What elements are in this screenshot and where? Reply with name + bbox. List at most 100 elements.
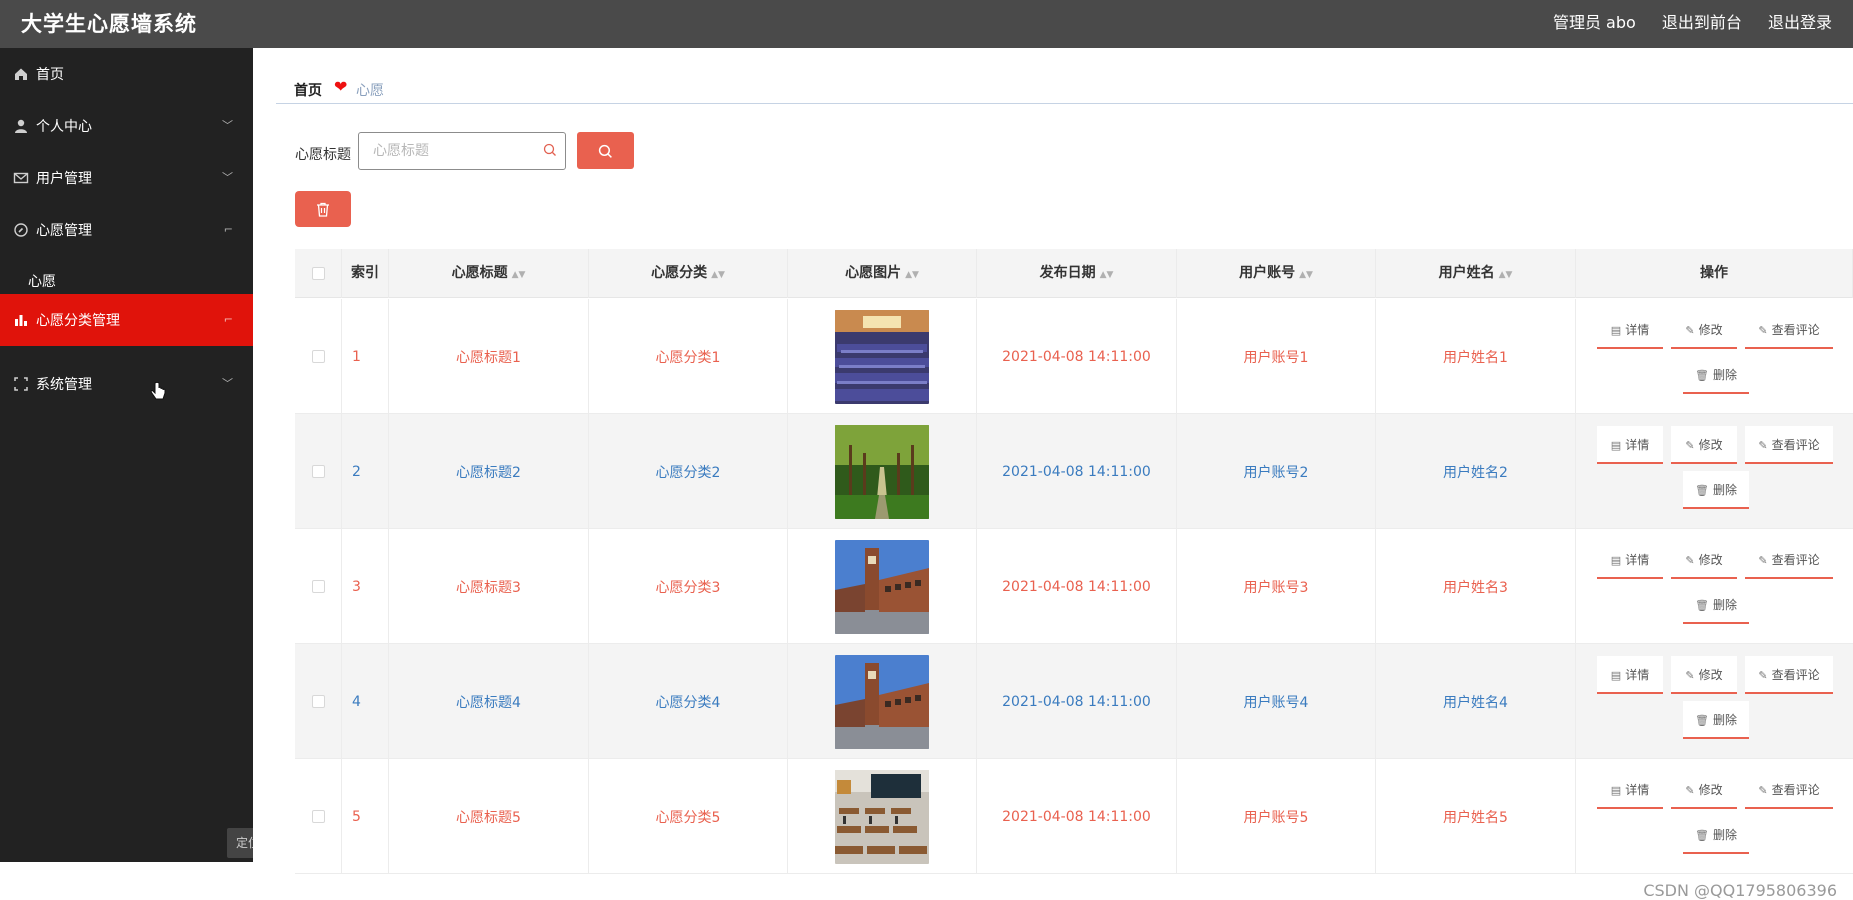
sidebar-item-label: 系统管理 [36, 377, 92, 393]
column-header[interactable]: 用户姓名 ▲▼ [1376, 249, 1576, 298]
detail-button[interactable]: ▤ 详情 [1597, 656, 1663, 694]
sidebar-item-profile[interactable]: 个人中心 ﹀ [0, 100, 253, 152]
delete-label: 删除 [1712, 368, 1737, 382]
document-icon: ▤ [1610, 554, 1622, 567]
detail-label: 详情 [1625, 323, 1650, 337]
row-image[interactable] [788, 644, 977, 759]
column-header[interactable]: 心愿标题 ▲▼ [389, 249, 589, 298]
column-header-label: 用户账号 [1239, 265, 1296, 281]
table-row: 5 心愿标题5 心愿分类5 2021-04-08 14:11:00 用户账号5 用户姓名5… [295, 759, 1853, 874]
sidebar-subitem-wish[interactable]: 心愿 [28, 271, 56, 291]
sort-icon: ▲▼ [1498, 270, 1513, 280]
row-account: 用户账号5 [1177, 759, 1376, 874]
delete-button[interactable]: 🗑 删除 [1683, 701, 1749, 739]
row-image[interactable] [788, 529, 977, 644]
row-checkbox[interactable] [311, 580, 325, 593]
edit-label: 修改 [1698, 553, 1723, 567]
home-icon [15, 68, 27, 80]
mail-icon [13, 172, 29, 184]
detail-button[interactable]: ▤ 详情 [1597, 541, 1663, 579]
row-select-cell [295, 759, 342, 874]
detail-label: 详情 [1625, 553, 1650, 567]
sidebar-item-label: 心愿管理 [36, 223, 92, 239]
sidebar-item-system[interactable]: 系统管理 ﹀ [0, 358, 253, 410]
edit-button[interactable]: ✎ 修改 [1671, 426, 1737, 464]
row-category: 心愿分类1 [589, 299, 788, 414]
column-header[interactable]: 心愿图片 ▲▼ [788, 249, 977, 298]
logout-link[interactable]: 退出登录 [1768, 13, 1832, 32]
row-select-cell [295, 529, 342, 644]
column-header-label: 心愿图片 [845, 265, 902, 281]
trash-icon: 🗑 [1695, 369, 1709, 382]
delete-button[interactable]: 🗑 删除 [1683, 816, 1749, 854]
sidebar-item-wishes[interactable]: 心愿管理 ⌐ [0, 204, 253, 256]
search-icon [543, 143, 557, 161]
trash-icon: 🗑 [1695, 599, 1709, 612]
view-comments-button[interactable]: ✎ 查看评论 [1745, 311, 1833, 349]
edit-label: 修改 [1698, 323, 1723, 337]
edit-button[interactable]: ✎ 修改 [1671, 311, 1737, 349]
row-index: 4 [342, 644, 389, 759]
edit-button[interactable]: ✎ 修改 [1671, 771, 1737, 809]
edit-button[interactable]: ✎ 修改 [1671, 541, 1737, 579]
column-header[interactable]: 用户账号 ▲▼ [1177, 249, 1376, 298]
column-header[interactable]: 心愿分类 ▲▼ [589, 249, 788, 298]
row-title: 心愿标题1 [389, 299, 589, 414]
delete-button[interactable]: 🗑 删除 [1683, 586, 1749, 624]
row-checkbox[interactable] [311, 465, 325, 478]
row-image[interactable] [788, 414, 977, 529]
sidebar-item-users[interactable]: 用户管理 ﹀ [0, 152, 253, 204]
delete-button[interactable]: 🗑 删除 [1683, 356, 1749, 394]
column-header[interactable]: 发布日期 ▲▼ [977, 249, 1177, 298]
detail-label: 详情 [1625, 783, 1650, 797]
detail-button[interactable]: ▤ 详情 [1597, 426, 1663, 464]
sidebar-item-label: 用户管理 [36, 171, 92, 187]
sidebar-item-home[interactable]: 首页 [0, 48, 253, 100]
chevron-up-icon: ⌐ [223, 222, 233, 236]
row-date: 2021-04-08 14:11:00 [977, 299, 1177, 414]
row-image[interactable] [788, 299, 977, 414]
column-header: 操作 [1576, 249, 1853, 298]
table-row: 3 心愿标题3 心愿分类3 2021-04-08 14:11:00 用户账号3 用户姓名3… [295, 529, 1853, 644]
row-checkbox[interactable] [311, 810, 325, 823]
search-input[interactable] [373, 141, 533, 161]
row-index: 2 [342, 414, 389, 529]
delete-label: 删除 [1712, 483, 1737, 497]
sidebar-item-label: 心愿分类管理 [36, 313, 120, 329]
sidebar-item-label: 首页 [36, 67, 64, 83]
delete-button[interactable]: 🗑 删除 [1683, 471, 1749, 509]
detail-button[interactable]: ▤ 详情 [1597, 311, 1663, 349]
select-all-checkbox[interactable] [311, 266, 325, 280]
edit-label: 修改 [1698, 438, 1723, 452]
search-button[interactable] [577, 132, 634, 169]
pencil-icon: ✎ [1685, 324, 1695, 337]
breadcrumb-home[interactable]: 首页 [294, 80, 322, 100]
view-comments-button[interactable]: ✎ 查看评论 [1745, 771, 1833, 809]
row-select-cell [295, 644, 342, 759]
column-header: 索引 [342, 249, 389, 298]
row-category: 心愿分类4 [589, 644, 788, 759]
search-icon [598, 144, 612, 158]
row-account: 用户账号1 [1177, 299, 1376, 414]
comments-label: 查看评论 [1771, 668, 1820, 682]
delete-label: 删除 [1712, 713, 1737, 727]
edit-button[interactable]: ✎ 修改 [1671, 656, 1737, 694]
row-checkbox[interactable] [311, 350, 325, 363]
bar-chart-icon [15, 315, 27, 326]
front-link[interactable]: 退出到前台 [1662, 13, 1742, 32]
search-field [358, 132, 566, 170]
detail-button[interactable]: ▤ 详情 [1597, 771, 1663, 809]
row-name: 用户姓名5 [1376, 759, 1576, 874]
view-comments-button[interactable]: ✎ 查看评论 [1745, 656, 1833, 694]
sidebar-item-wish-category[interactable]: 心愿分类管理 ⌐ [0, 294, 253, 346]
row-checkbox[interactable] [311, 695, 325, 708]
view-comments-button[interactable]: ✎ 查看评论 [1745, 426, 1833, 464]
row-category: 心愿分类3 [589, 529, 788, 644]
row-index: 1 [342, 299, 389, 414]
bulk-delete-button[interactable] [295, 191, 351, 227]
trash-icon: 🗑 [1695, 484, 1709, 497]
select-all-cell [295, 249, 342, 298]
row-title: 心愿标题3 [389, 529, 589, 644]
row-image[interactable] [788, 759, 977, 874]
view-comments-button[interactable]: ✎ 查看评论 [1745, 541, 1833, 579]
